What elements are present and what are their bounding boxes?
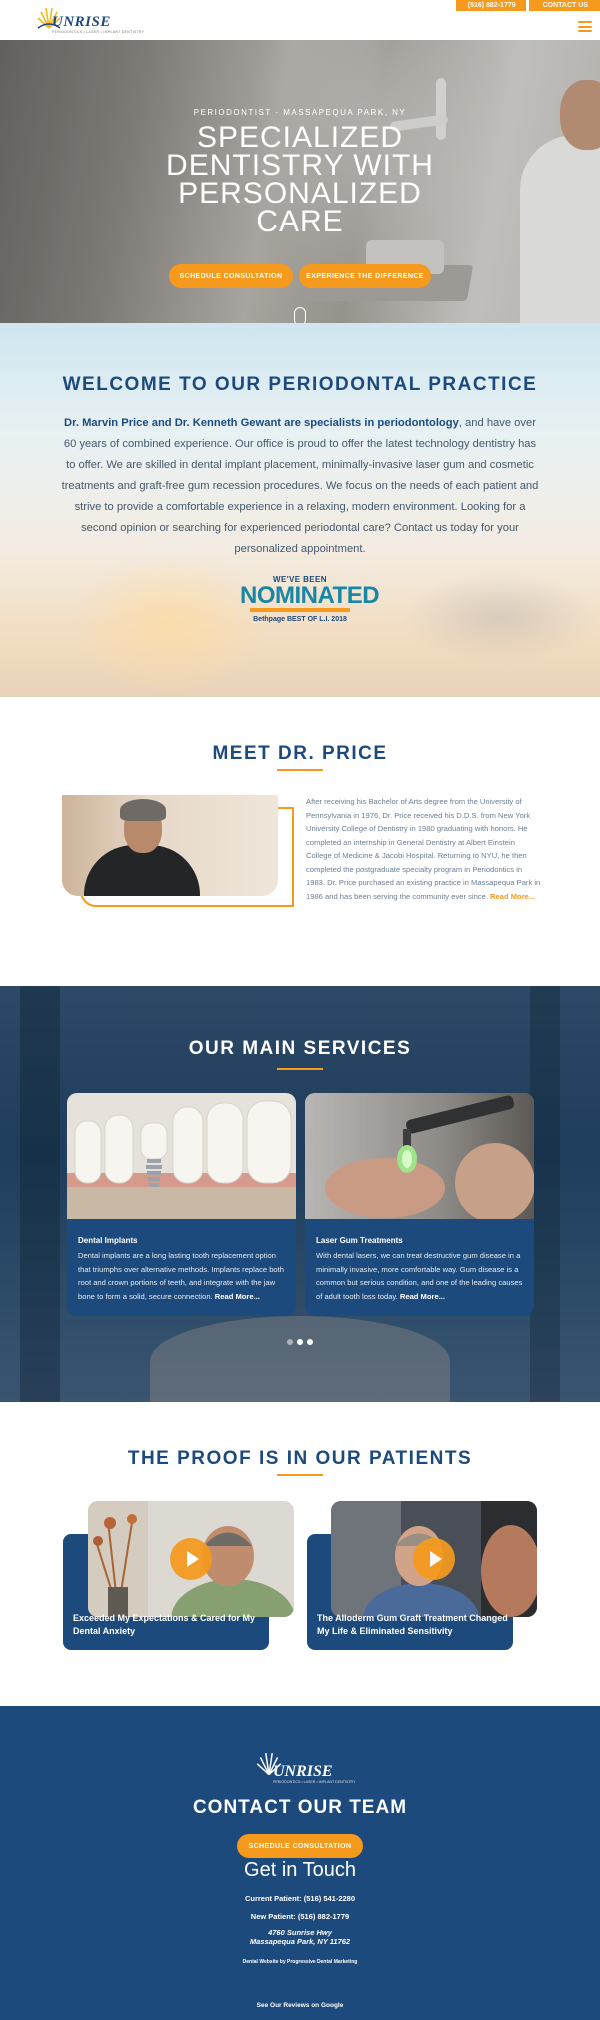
address-line-2[interactable]: Massapequa Park, NY 11762 <box>0 1937 600 1947</box>
logo-tagline: PERIODONTICS • LASER • IMPLANT DENTISTRY <box>52 30 145 34</box>
carousel-dot-active[interactable] <box>307 1339 313 1345</box>
service-card-text: With dental lasers, we can treat destruc… <box>316 1249 523 1303</box>
contact-title: CONTACT OUR TEAM <box>192 1797 408 1818</box>
hero-subtitle: PERIODONTIST · MASSAPEQUA PARK, NY <box>193 108 407 117</box>
footer-logo-tagline: PERIODONTICS • LASER • IMPLANT DENTISTRY <box>273 1780 356 1784</box>
service-card-implants[interactable]: Dental Implants Dental implants are a lo… <box>67 1093 296 1316</box>
service-read-more-link[interactable]: Read More... <box>215 1292 260 1301</box>
title-underline <box>277 1474 323 1476</box>
meet-title: MEET DR. PRICE <box>212 743 388 764</box>
site-logo[interactable]: UNRISE PERIODONTICS • LASER • IMPLANT DE… <box>36 6 144 36</box>
footer-logo[interactable]: UNRISE PERIODONTICS • LASER • IMPLANT DE… <box>255 1751 355 1791</box>
top-bar: (516) 882-1779 CONTACT US <box>455 0 600 11</box>
patients-title: THE PROOF IS IN OUR PATIENTS <box>127 1448 473 1469</box>
video-title-1[interactable]: Exceeded My Expectations & Cared for My … <box>73 1612 273 1638</box>
play-button-icon[interactable] <box>170 1538 212 1580</box>
video-title-2[interactable]: The Alloderm Gum Graft Treatment Changed… <box>317 1612 517 1638</box>
welcome-lead: Dr. Marvin Price and Dr. Kenneth Gewant … <box>64 417 459 429</box>
welcome-title: WELCOME TO OUR PERIODONTAL PRACTICE <box>62 374 538 395</box>
title-underline <box>277 769 323 771</box>
service-read-more-link[interactable]: Read More... <box>400 1292 445 1301</box>
hero-section: PERIODONTIST · MASSAPEQUA PARK, NY SPECI… <box>0 40 600 323</box>
website-credit-link[interactable]: Dental Website by Progressive Dental Mar… <box>0 1959 600 1965</box>
welcome-text: Dr. Marvin Price and Dr. Kenneth Gewant … <box>58 413 542 560</box>
dental-implants-image <box>67 1093 296 1219</box>
video-thumbnail-2[interactable] <box>331 1501 537 1617</box>
title-underline <box>277 1068 323 1070</box>
services-section: OUR MAIN SERVICES Dental Implants Dental… <box>0 986 600 1402</box>
badge-bottom-text: Bethpage BEST OF L.I. 2018 <box>253 616 347 623</box>
meet-body: After receiving his Bachelor of Arts deg… <box>306 797 541 901</box>
services-title: OUR MAIN SERVICES <box>188 1038 412 1059</box>
service-card-laser[interactable]: Laser Gum Treatments With dental lasers,… <box>305 1093 534 1316</box>
meet-text: After receiving his Bachelor of Arts deg… <box>306 795 542 903</box>
carousel-dots <box>287 1339 313 1345</box>
new-patient-phone[interactable]: New Patient: (516) 882-1779 <box>0 1912 600 1921</box>
hamburger-menu-icon[interactable] <box>578 21 592 32</box>
scroll-indicator-icon[interactable] <box>294 307 306 323</box>
service-card-title: Dental Implants <box>78 1236 138 1245</box>
carousel-dot-active[interactable] <box>297 1339 303 1345</box>
nominated-badge: WE'VE BEEN NOMINATED Bethpage BEST OF L.… <box>240 575 380 635</box>
google-reviews-link[interactable]: See Our Reviews on Google <box>0 2002 600 2009</box>
meet-read-more-link[interactable]: Read More... <box>490 892 535 901</box>
logo-text: UNRISE <box>52 14 111 30</box>
footer-schedule-button[interactable]: SCHEDULE CONSULTATION <box>237 1834 363 1858</box>
service-card-text: Dental implants are a long lasting tooth… <box>78 1249 285 1303</box>
play-button-icon[interactable] <box>413 1538 455 1580</box>
video-thumbnail-1[interactable] <box>88 1501 294 1617</box>
welcome-body: , and have over 60 years of combined exp… <box>61 417 539 555</box>
header-phone-link[interactable]: (516) 882-1779 <box>455 0 526 11</box>
hero-title: SPECIALIZED DENTISTRY WITH PERSONALIZED … <box>166 121 434 238</box>
get-in-touch-heading: Get in Touch <box>244 1859 356 1881</box>
contact-us-button[interactable]: CONTACT US <box>528 0 600 11</box>
site-header: UNRISE PERIODONTICS • LASER • IMPLANT DE… <box>0 0 600 40</box>
laser-gum-treatment-image <box>305 1093 534 1223</box>
footer-logo-text: UNRISE <box>273 1763 333 1780</box>
experience-difference-button[interactable]: EXPERIENCE THE DIFFERENCE <box>299 264 431 288</box>
meet-doctor-section: MEET DR. PRICE After receiving his Bache… <box>0 697 600 986</box>
current-patient-phone[interactable]: Current Patient: (516) 541-2280 <box>0 1894 600 1903</box>
schedule-consultation-button[interactable]: SCHEDULE CONSULTATION <box>169 264 293 288</box>
carousel-dot[interactable] <box>287 1339 293 1345</box>
welcome-section: WELCOME TO OUR PERIODONTAL PRACTICE Dr. … <box>0 323 600 697</box>
patients-section: THE PROOF IS IN OUR PATIENTS Exceeded My… <box>0 1402 600 1706</box>
site-footer: UNRISE PERIODONTICS • LASER • IMPLANT DE… <box>0 1706 600 2020</box>
doctor-photo <box>62 795 278 896</box>
service-card-title: Laser Gum Treatments <box>316 1236 403 1245</box>
badge-main-text: NOMINATED <box>240 582 380 609</box>
